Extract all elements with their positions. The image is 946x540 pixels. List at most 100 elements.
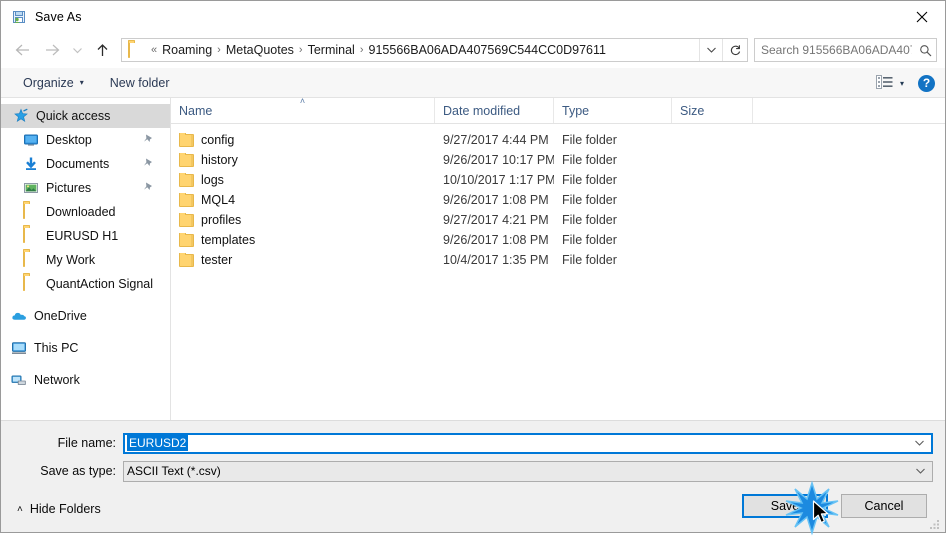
table-row[interactable]: tester 10/4/2017 1:35 PM File folder <box>171 250 945 270</box>
navigation-bar: « Roaming › MetaQuotes › Terminal › 9155… <box>1 32 945 68</box>
column-header-name[interactable]: ˄ Name <box>171 97 435 123</box>
folder-icon <box>179 153 194 167</box>
hide-folders-button[interactable]: ˄ Hide Folders <box>13 502 101 516</box>
close-button[interactable] <box>899 1 945 32</box>
chevron-down-icon[interactable] <box>914 435 925 452</box>
forward-button[interactable] <box>37 37 67 63</box>
star-pin-icon <box>13 108 29 124</box>
search-input[interactable] <box>755 42 914 58</box>
file-name-row: File name: EURUSD2 <box>1 430 945 456</box>
folder-icon <box>179 133 194 147</box>
organize-button[interactable]: Organize ▾ <box>15 72 92 94</box>
breadcrumb-separator: › <box>298 44 303 56</box>
search-icon <box>914 44 936 57</box>
folder-icon <box>179 193 194 207</box>
table-row[interactable]: history 9/26/2017 10:17 PM File folder <box>171 150 945 170</box>
dialog-content: Quick access Desktop Documents Pictures … <box>1 97 945 420</box>
resize-grip-icon[interactable] <box>929 517 941 529</box>
sidebar-item-desktop[interactable]: Desktop <box>1 128 170 152</box>
folder-icon <box>23 251 39 268</box>
breadcrumb-separator: › <box>217 44 221 56</box>
cancel-button[interactable]: Cancel <box>841 494 927 518</box>
up-button[interactable] <box>87 37 117 63</box>
help-button[interactable]: ? <box>918 74 935 92</box>
this-pc-icon <box>11 340 27 356</box>
pin-icon[interactable] <box>142 133 154 146</box>
file-name-cell: MQL4 <box>171 193 435 207</box>
sidebar-item-quick-access[interactable]: Quick access <box>1 104 170 128</box>
file-name-label: profiles <box>201 213 242 227</box>
sidebar-item-label: OneDrive <box>34 309 87 323</box>
refresh-icon[interactable] <box>722 39 747 61</box>
folder-icon <box>23 227 39 244</box>
column-header-type[interactable]: Type <box>554 98 672 123</box>
sidebar-item-onedrive[interactable]: OneDrive <box>1 304 170 328</box>
address-chevron-down-icon[interactable] <box>699 39 722 61</box>
chevron-down-icon[interactable] <box>915 462 926 481</box>
save-as-type-select[interactable]: ASCII Text (*.csv) <box>123 460 933 482</box>
table-row[interactable]: templates 9/26/2017 1:08 PM File folder <box>171 230 945 250</box>
table-row[interactable]: config 9/27/2017 4:44 PM File folder <box>171 130 945 150</box>
save-as-icon <box>11 9 27 25</box>
sidebar-item-pictures[interactable]: Pictures <box>1 176 170 200</box>
file-list-rows: config 9/27/2017 4:44 PM File folder his… <box>171 124 945 420</box>
hide-folders-label: Hide Folders <box>29 502 101 516</box>
breadcrumb-item-roaming[interactable]: Roaming <box>159 43 215 57</box>
recent-locations-chevron-down-icon[interactable] <box>67 37 87 63</box>
column-header-label: Type <box>562 103 590 118</box>
new-folder-button[interactable]: New folder <box>102 72 178 94</box>
sidebar-item-label: My Work <box>46 253 96 267</box>
column-header-size[interactable]: Size <box>672 98 753 123</box>
chevron-down-icon: ▾ <box>79 78 84 87</box>
folder-icon <box>23 275 39 292</box>
chevron-down-icon: ▾ <box>899 78 904 88</box>
network-icon <box>11 372 27 388</box>
sidebar-item-my-work[interactable]: My Work <box>1 248 170 272</box>
file-date-cell: 9/26/2017 1:08 PM <box>443 233 549 247</box>
sidebar-item-label: Desktop <box>46 133 92 147</box>
pin-icon[interactable] <box>142 157 154 170</box>
dialog-footer: ˄ Hide Folders Save Cancel <box>1 486 945 532</box>
change-view-button[interactable]: ▾ <box>872 72 908 95</box>
file-list-header: ˄ Name Date modified Type Size <box>171 97 945 124</box>
file-date-cell: 10/4/2017 1:35 PM <box>443 253 549 267</box>
search-box[interactable] <box>754 38 937 62</box>
address-bar[interactable]: « Roaming › MetaQuotes › Terminal › 9155… <box>121 38 748 62</box>
file-name-cell: history <box>171 153 435 167</box>
sidebar-item-label: This PC <box>34 341 79 355</box>
table-row[interactable]: logs 10/10/2017 1:17 PM File folder <box>171 170 945 190</box>
view-layout-icon <box>875 74 893 92</box>
sidebar-item-label: Downloaded <box>46 205 116 219</box>
breadcrumb-item-terminal-id[interactable]: 915566BA06ADA407569C544CC0D97611 <box>366 43 609 57</box>
save-as-type-row: Save as type: ASCII Text (*.csv) <box>1 458 945 484</box>
sidebar-item-this-pc[interactable]: This PC <box>1 336 170 360</box>
sidebar-item-label: Network <box>34 373 80 387</box>
breadcrumb-item-terminal[interactable]: Terminal <box>305 43 358 57</box>
column-header-date-modified[interactable]: Date modified <box>435 98 554 123</box>
sidebar-item-network[interactable]: Network <box>1 368 170 392</box>
sidebar-item-label: Pictures <box>46 181 92 195</box>
pin-icon[interactable] <box>142 181 154 194</box>
file-name-input[interactable]: EURUSD2 <box>123 432 933 454</box>
column-header-label: Name <box>179 103 213 118</box>
folder-icon <box>179 233 194 247</box>
breadcrumb-item-metaquotes[interactable]: MetaQuotes <box>223 43 297 57</box>
breadcrumb-separator: › <box>359 44 364 56</box>
sidebar-item-downloaded[interactable]: Downloaded <box>1 200 170 224</box>
folder-icon <box>23 203 39 220</box>
file-date-cell: 9/27/2017 4:44 PM <box>443 133 549 147</box>
breadcrumb-overflow[interactable]: « <box>149 44 159 56</box>
new-folder-label: New folder <box>109 75 170 90</box>
sidebar-item-documents[interactable]: Documents <box>1 152 170 176</box>
sidebar-item-eurusd-h1[interactable]: EURUSD H1 <box>1 224 170 248</box>
sidebar-item-quantaction-signal[interactable]: QuantAction Signal <box>1 272 170 296</box>
file-name-label: history <box>201 153 238 167</box>
command-bar-right: ▾ ? <box>872 68 935 98</box>
save-button[interactable]: Save <box>742 494 828 518</box>
file-name-label: tester <box>201 253 233 267</box>
table-row[interactable]: MQL4 9/26/2017 1:08 PM File folder <box>171 190 945 210</box>
table-row[interactable]: profiles 9/27/2017 4:21 PM File folder <box>171 210 945 230</box>
back-button[interactable] <box>7 37 37 63</box>
file-date-cell: 9/26/2017 10:17 PM <box>443 153 554 167</box>
organize-label: Organize <box>23 75 74 90</box>
